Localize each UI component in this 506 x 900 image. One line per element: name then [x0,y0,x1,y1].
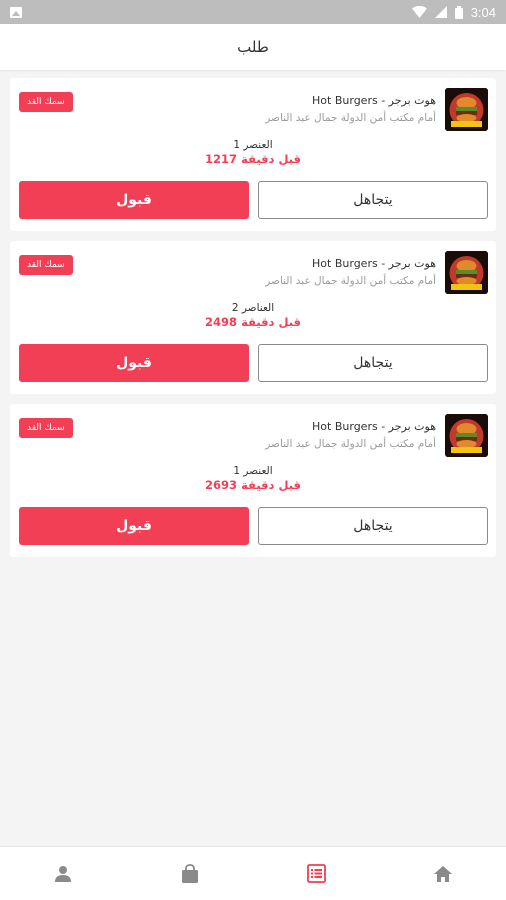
shopping-bag-icon [181,863,198,883]
items-count: 1 العنصر [233,465,273,477]
status-bar: 3:04 [0,0,506,24]
status-badge: سمك القد [19,92,73,112]
orders-list-icon [306,864,326,883]
status-time: 3:04 [470,4,496,20]
page-title: طلب [237,38,269,56]
accept-button[interactable]: قبول [19,181,249,219]
restaurant-logo [445,414,488,457]
restaurant-address: أمام مكتب أمن الدولة جمال عبد الناصر [265,438,436,450]
status-badge: سمك القد [19,418,73,438]
restaurant-logo [445,251,488,294]
restaurant-address: أمام مكتب أمن الدولة جمال عبد الناصر [265,112,436,124]
status-right: 3:04 [411,4,496,20]
nav-home[interactable] [423,854,463,894]
battery-icon [454,5,463,19]
order-time: 2693 قبل دقيقة [205,478,301,492]
restaurant-logo [445,88,488,131]
order-card: Hot Burgers - هوت برجر أمام مكتب أمن الد… [10,78,496,231]
home-icon [433,865,452,882]
order-time: 2498 قبل دقيقة [205,315,301,329]
wifi-icon [411,6,427,18]
restaurant-name: Hot Burgers - هوت برجر [312,94,436,107]
order-card: Hot Burgers - هوت برجر أمام مكتب أمن الد… [10,404,496,557]
cell-signal-icon [434,6,447,18]
nav-shop[interactable] [170,854,210,894]
bottom-nav [0,846,506,900]
status-badge: سمك القد [19,255,73,275]
restaurant-address: أمام مكتب أمن الدولة جمال عبد الناصر [265,275,436,287]
order-time: 1217 قبل دقيقة [205,152,301,166]
items-count: 2 العناصر [231,302,275,314]
ignore-button[interactable]: يتجاهل [258,181,488,219]
nav-orders[interactable] [296,854,336,894]
image-notification-icon [10,6,22,18]
items-count: 1 العنصر [233,139,273,151]
accept-button[interactable]: قبول [19,344,249,382]
ignore-button[interactable]: يتجاهل [258,507,488,545]
restaurant-name: Hot Burgers - هوت برجر [312,257,436,270]
nav-profile[interactable] [43,854,83,894]
person-icon [55,865,72,882]
accept-button[interactable]: قبول [19,507,249,545]
app-header: طلب [0,24,506,70]
ignore-button[interactable]: يتجاهل [258,344,488,382]
order-card: Hot Burgers - هوت برجر أمام مكتب أمن الد… [10,241,496,394]
restaurant-name: Hot Burgers - هوت برجر [312,420,436,433]
